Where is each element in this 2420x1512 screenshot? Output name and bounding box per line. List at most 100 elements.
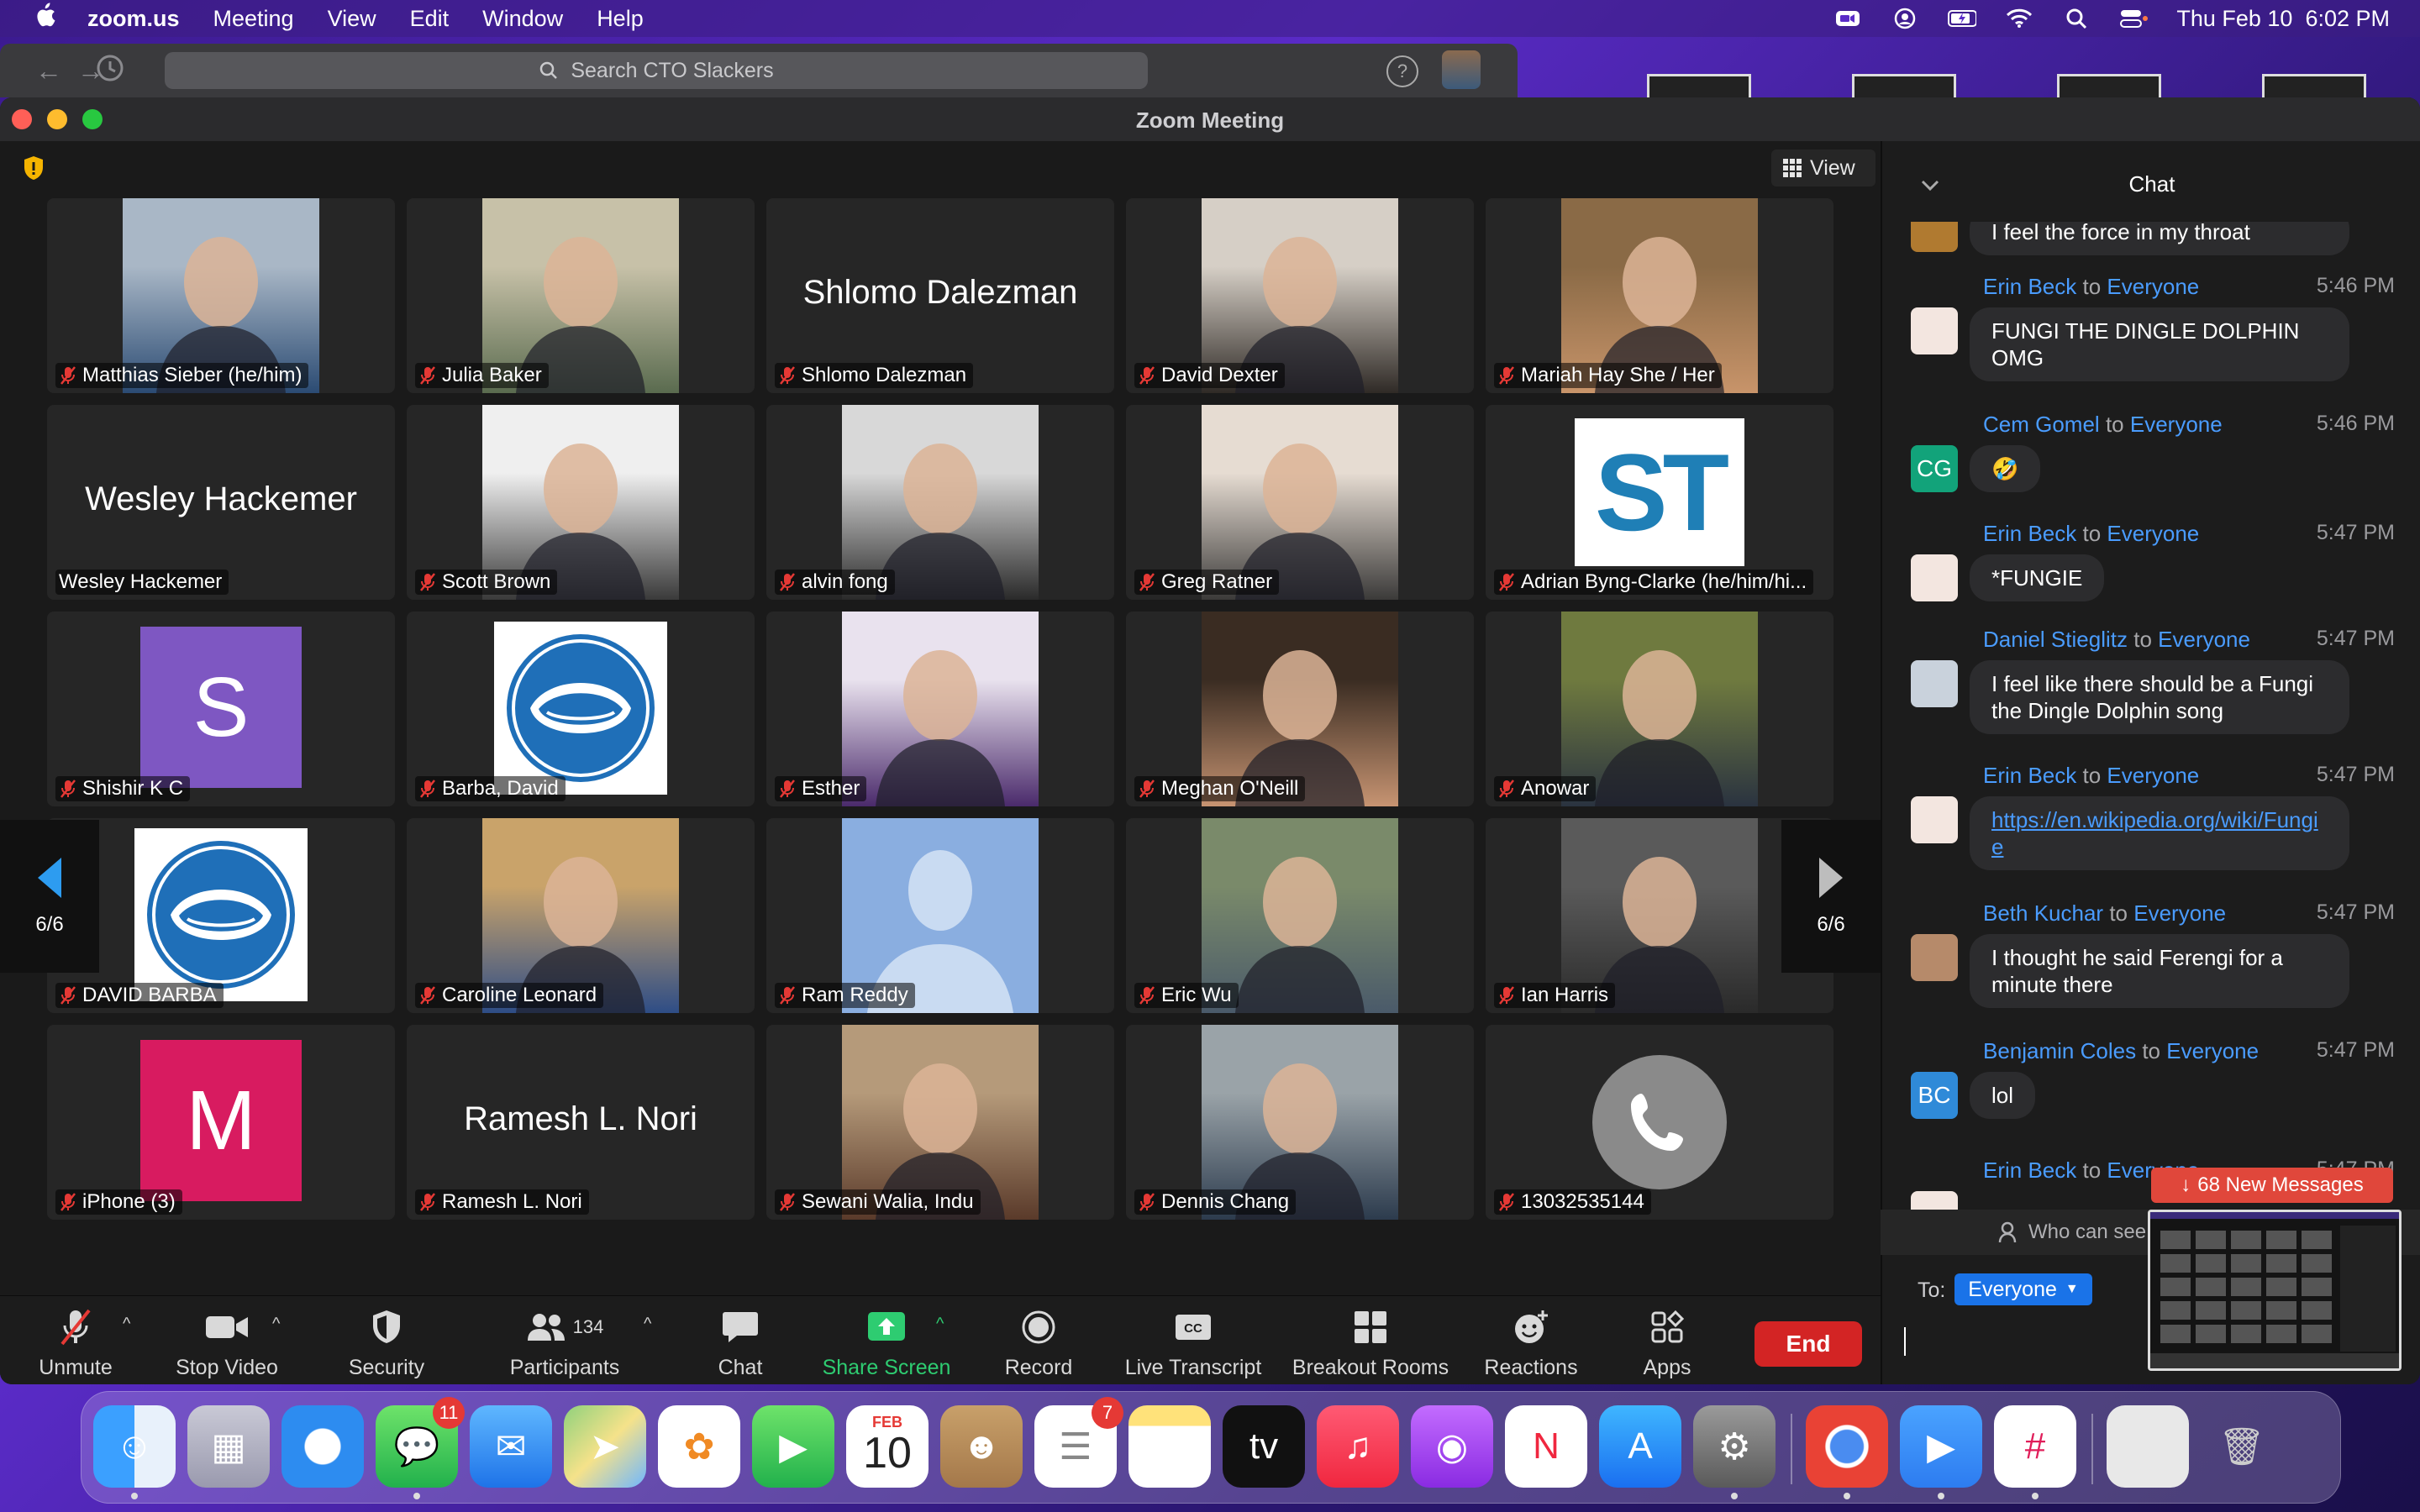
recipient-name[interactable]: Everyone [2107, 763, 2199, 788]
participant-tile[interactable]: Ramesh L. Nori Ramesh L. Nori [407, 1025, 755, 1220]
recipient-name[interactable]: Everyone [2133, 900, 2226, 926]
participant-tile[interactable]: Sewani Walia, Indu [766, 1025, 1114, 1220]
menu-meeting[interactable]: Meeting [213, 6, 294, 32]
end-meeting-button[interactable]: End [1754, 1321, 1862, 1367]
spotlight-search-icon[interactable] [2062, 8, 2091, 29]
notes-icon[interactable] [1128, 1405, 1211, 1488]
chrome-icon[interactable] [1806, 1405, 1888, 1488]
next-page-button[interactable]: 6/6 [1781, 820, 1881, 973]
recipient-name[interactable]: Everyone [2166, 1038, 2259, 1063]
safari-icon[interactable]: ✦ [281, 1405, 364, 1488]
participant-tile[interactable]: alvin fong [766, 405, 1114, 600]
participant-tile[interactable]: Wesley Hackemer Wesley Hackemer [47, 405, 395, 600]
message-link[interactable]: https://en.wikipedia.org/wiki/Fungie [1991, 807, 2318, 859]
wifi-icon[interactable] [2005, 8, 2033, 29]
participant-tile[interactable]: Eric Wu [1126, 818, 1474, 1013]
sender-name[interactable]: Erin Beck [1983, 521, 2076, 546]
sender-name[interactable]: Erin Beck [1983, 763, 2076, 788]
launchpad-icon[interactable]: ▦ [187, 1405, 270, 1488]
previous-page-button[interactable]: 6/6 [0, 820, 99, 973]
recipient-name[interactable]: Everyone [2107, 521, 2199, 546]
slack-icon[interactable]: # [1994, 1405, 2076, 1488]
menu-window[interactable]: Window [482, 6, 563, 32]
new-messages-button[interactable]: ↓ 68 New Messages [2151, 1168, 2393, 1203]
participant-tile[interactable]: Scott Brown [407, 405, 755, 600]
battery-icon[interactable] [1948, 8, 1977, 29]
zoom-status-icon[interactable] [1833, 8, 1862, 29]
participants-button[interactable]: 134 Participants [497, 1305, 632, 1380]
apple-tv-icon[interactable]: tv [1223, 1405, 1305, 1488]
maps-icon[interactable]: ➤ [564, 1405, 646, 1488]
participant-tile[interactable]: Esther [766, 612, 1114, 806]
participant-tile[interactable]: David Dexter [1126, 198, 1474, 393]
participant-tile[interactable]: Ram Reddy [766, 818, 1114, 1013]
participant-tile[interactable]: 13032535144 [1486, 1025, 1833, 1220]
participants-options-caret-icon[interactable]: ^ [644, 1315, 651, 1334]
contacts-icon[interactable]: ☻ [940, 1405, 1023, 1488]
participant-tile[interactable]: S Shishir K C [47, 612, 395, 806]
history-icon[interactable] [94, 52, 126, 91]
participant-tile[interactable]: Greg Ratner [1126, 405, 1474, 600]
back-arrow-icon[interactable]: ← [35, 55, 62, 87]
breakout-rooms-button[interactable]: Breakout Rooms [1291, 1305, 1450, 1380]
facetime-icon[interactable]: ▶ [752, 1405, 834, 1488]
participant-tile[interactable]: MiPhone (3) [47, 1025, 395, 1220]
participant-tile[interactable]: ST Adrian Byng-Clarke (he/him/hi... [1486, 405, 1833, 600]
control-center-icon[interactable] [2119, 8, 2149, 29]
chat-message-list[interactable]: I feel the force in my throat Erin Beck … [1882, 222, 2420, 1255]
slack-search-bar[interactable]: Search CTO Slackers [165, 52, 1148, 89]
news-icon[interactable]: N [1505, 1405, 1587, 1488]
user-status-icon[interactable] [1891, 8, 1919, 29]
recipient-dropdown[interactable]: Everyone ▼ [1954, 1273, 2092, 1305]
share-options-caret-icon[interactable]: ^ [936, 1315, 944, 1334]
menubar-clock[interactable]: Thu Feb 10 6:02 PM [2176, 6, 2390, 32]
app-store-icon[interactable]: A [1599, 1405, 1681, 1488]
sender-avatar[interactable] [1911, 222, 1958, 252]
reactions-button[interactable]: Reactions [1479, 1305, 1583, 1380]
system-preferences-icon[interactable]: ⚙ [1693, 1405, 1776, 1488]
sender-avatar[interactable] [1911, 660, 1958, 707]
participant-tile[interactable]: Matthias Sieber (he/him) [47, 198, 395, 393]
participant-tile[interactable]: Mariah Hay She / Her [1486, 198, 1833, 393]
video-options-caret-icon[interactable]: ^ [272, 1315, 280, 1334]
sender-name[interactable]: Beth Kuchar [1983, 900, 2103, 926]
zoom-app-icon[interactable]: ▶ [1900, 1405, 1982, 1488]
menu-help[interactable]: Help [597, 6, 644, 32]
apple-menu-icon[interactable] [32, 2, 57, 35]
stop-video-button[interactable]: Stop Video [168, 1305, 286, 1380]
finder-icon[interactable]: ☺ [93, 1405, 176, 1488]
trash-icon[interactable]: 🗑 [2201, 1405, 2283, 1488]
sender-name[interactable]: Erin Beck [1983, 1158, 2076, 1183]
calendar-icon[interactable]: FEB 10 [846, 1405, 929, 1488]
photos-icon[interactable]: ✿ [658, 1405, 740, 1488]
view-button[interactable]: View [1771, 150, 1876, 186]
participant-tile[interactable]: DAVID BARBA [47, 818, 395, 1013]
recipient-name[interactable]: Everyone [2107, 274, 2199, 299]
recipient-name[interactable]: Everyone [2130, 412, 2223, 437]
mail-icon[interactable]: ✉ [470, 1405, 552, 1488]
security-button[interactable]: Security [336, 1305, 437, 1380]
screen-share-thumbnail-preview[interactable] [2148, 1210, 2402, 1371]
sender-name[interactable]: Benjamin Coles [1983, 1038, 2136, 1063]
audio-options-caret-icon[interactable]: ^ [123, 1315, 130, 1334]
sender-name[interactable]: Erin Beck [1983, 274, 2076, 299]
participant-tile[interactable]: Meghan O'Neill [1126, 612, 1474, 806]
live-transcript-button[interactable]: CC Live Transcript [1118, 1305, 1269, 1380]
participant-tile[interactable]: Anowar [1486, 612, 1833, 806]
slack-user-avatar[interactable] [1442, 50, 1481, 89]
sender-avatar[interactable] [1911, 796, 1958, 843]
music-icon[interactable]: ♫ [1317, 1405, 1399, 1488]
sender-avatar[interactable] [1911, 554, 1958, 601]
sender-name[interactable]: Daniel Stieglitz [1983, 627, 2128, 652]
menu-view[interactable]: View [328, 6, 376, 32]
document-icon[interactable] [2107, 1405, 2189, 1488]
menu-app-name[interactable]: zoom.us [87, 6, 180, 32]
menu-edit[interactable]: Edit [410, 6, 450, 32]
apps-button[interactable]: Apps [1634, 1305, 1701, 1380]
participant-tile[interactable]: Dennis Chang [1126, 1025, 1474, 1220]
sender-avatar[interactable]: BC [1911, 1072, 1958, 1119]
participant-tile[interactable]: Caroline Leonard [407, 818, 755, 1013]
sender-avatar[interactable]: CG [1911, 445, 1958, 492]
encryption-shield-icon[interactable] [22, 155, 45, 181]
podcasts-icon[interactable]: ◉ [1411, 1405, 1493, 1488]
